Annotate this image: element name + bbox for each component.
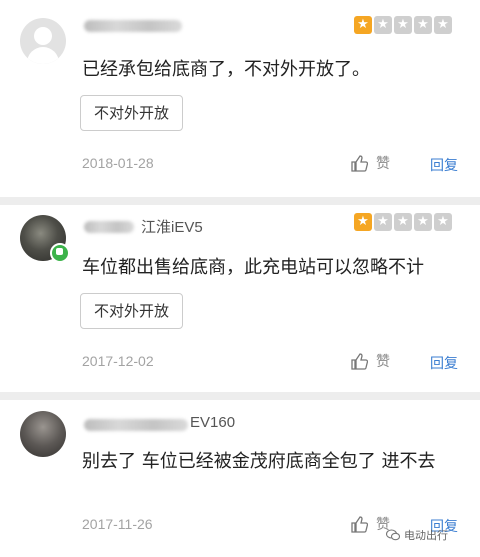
review-text: 已经承包给底商了，不对外开放了。 xyxy=(82,59,370,80)
review-text: 车位都出售给底商，此充电站可以忽略不计 xyxy=(82,257,424,278)
username-blurred xyxy=(84,419,188,431)
review-item-2: 江淮iEV5 ★ ★ ★ ★ ★ 车位都出售给底商，此充电站可以忽略不计 不对外… xyxy=(0,205,480,392)
like-button[interactable]: 赞 xyxy=(350,351,390,371)
star-empty-icon: ★ xyxy=(414,16,432,34)
like-label: 赞 xyxy=(376,156,390,172)
verified-badge-icon xyxy=(50,243,70,263)
star-filled-icon: ★ xyxy=(354,213,372,231)
star-empty-icon: ★ xyxy=(394,16,412,34)
star-empty-icon: ★ xyxy=(374,213,392,231)
username-blurred xyxy=(84,221,134,233)
star-empty-icon: ★ xyxy=(394,213,412,231)
car-model: EV160 xyxy=(190,414,236,431)
star-rating: ★ ★ ★ ★ ★ xyxy=(354,213,452,231)
avatar[interactable] xyxy=(20,411,66,457)
review-date: 2018-01-28 xyxy=(82,155,154,171)
like-button[interactable]: 赞 xyxy=(350,153,390,173)
thumbs-up-icon xyxy=(351,516,368,533)
like-label: 赞 xyxy=(376,354,390,370)
star-empty-icon: ★ xyxy=(374,16,392,34)
divider xyxy=(0,392,480,400)
divider xyxy=(0,197,480,205)
star-rating: ★ ★ ★ ★ ★ xyxy=(354,16,452,34)
review-text: 别去了 车位已经被金茂府底商全包了 进不去 xyxy=(82,451,436,472)
watermark-text: 电动出行 xyxy=(404,529,448,542)
tag-chip[interactable]: 不对外开放 xyxy=(80,293,184,329)
star-empty-icon: ★ xyxy=(434,16,452,34)
reply-button[interactable]: 回复 xyxy=(430,155,458,175)
thumbs-up-icon xyxy=(351,155,368,172)
username-blurred xyxy=(84,20,182,32)
review-date: 2017-11-26 xyxy=(82,516,153,532)
review-item-1: ★ ★ ★ ★ ★ 已经承包给底商了，不对外开放了。 不对外开放 2018-01… xyxy=(0,0,480,197)
like-button[interactable]: 赞 xyxy=(350,514,390,534)
thumbs-up-icon xyxy=(351,353,368,370)
watermark: 电动出行 xyxy=(386,527,448,543)
star-filled-icon: ★ xyxy=(354,16,372,34)
wechat-icon xyxy=(386,529,400,541)
review-date: 2017-12-02 xyxy=(82,353,154,369)
star-empty-icon: ★ xyxy=(434,213,452,231)
tag-chip[interactable]: 不对外开放 xyxy=(80,95,184,131)
star-empty-icon: ★ xyxy=(414,213,432,231)
reply-button[interactable]: 回复 xyxy=(430,353,458,373)
avatar[interactable] xyxy=(20,18,66,64)
car-model: 江淮iEV5 xyxy=(141,219,203,236)
